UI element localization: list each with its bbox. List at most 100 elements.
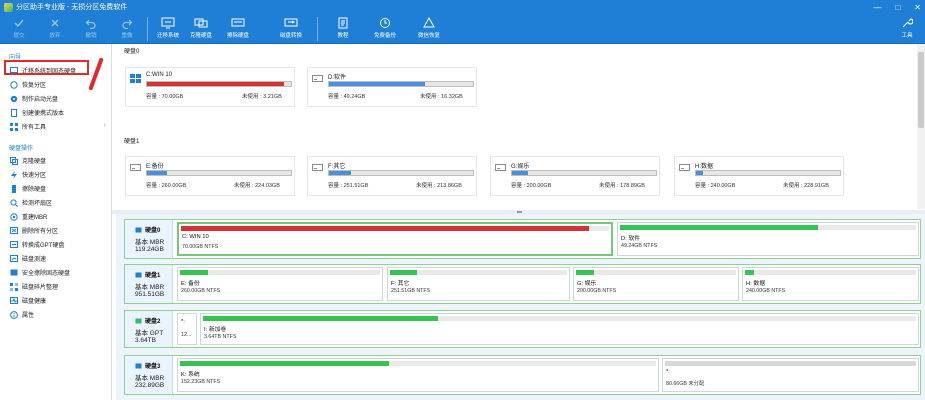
wipe-disk-icon (231, 18, 245, 27)
wechat-recovery-button[interactable]: 微信恢复 (411, 16, 447, 42)
sidebar-item-clone-disk[interactable]: 克隆硬盘 (0, 154, 112, 167)
scrollbar-thumb[interactable] (918, 52, 924, 128)
migrate-os-label: 迁移系统 (156, 33, 179, 39)
disk-row-1[interactable]: 硬盘1 基本 MBR 951.51GB E: 备份 260.00GB NTFS … (124, 264, 921, 304)
partition-info: 12... (181, 332, 192, 338)
partition-reserved[interactable]: *: 12... (177, 313, 197, 345)
usage-fill (329, 171, 351, 175)
minimize-button[interactable]: — (873, 3, 881, 12)
sidebar-item-defrag[interactable]: 磁盘碎片整理 (0, 280, 112, 293)
sidebar-item-bad-sector[interactable]: 检测坏扇区 (0, 196, 112, 209)
submit-button[interactable]: 提交 (1, 16, 37, 42)
usage-bar (146, 81, 292, 87)
redo-button[interactable]: 重做 (109, 16, 145, 42)
disk-size: 951.51GB (135, 291, 165, 298)
maximize-button[interactable]: □ (895, 3, 900, 12)
sidebar-item-speed-test[interactable]: 磁盘测速 (0, 252, 112, 265)
migrate-os-button[interactable]: 迁移系统 (150, 16, 186, 42)
disk-row-0[interactable]: 硬盘0 基本 MBR 119.24GB C: WIN 10 70.00GB NT… (124, 219, 921, 259)
convert-gpt-icon (10, 241, 18, 249)
volume-card-d[interactable]: D:软件 容量 : 49.24GB 未使用 : 16.32GB (307, 67, 477, 107)
speed-test-icon (10, 255, 18, 263)
disk-convert-button[interactable]: 磁盘转换 (273, 16, 309, 42)
discard-button[interactable]: 放弃 (37, 16, 73, 42)
vertical-scrollbar[interactable] (917, 44, 925, 209)
volume-card-h[interactable]: H:数据 容量 : 240.00GB 未使用 : 228.91GB (674, 156, 844, 196)
partition-k[interactable]: K: 系统 152.23GB NTFS (177, 358, 659, 392)
quick-partition-icon (10, 170, 18, 179)
splitter-grip[interactable] (517, 211, 522, 213)
tutorial-icon (338, 17, 348, 29)
partition-usage-fill (620, 225, 819, 230)
volume-card-f[interactable]: F:其它 容量 : 251.51GB 未使用 : 213.86GB (307, 156, 477, 196)
volume-card-g[interactable]: G:娱乐 容量 : 200.00GB 未使用 : 178.89GB (490, 156, 660, 196)
disk-row-3[interactable]: 硬盘3 基本 MBR 232.89GB K: 系统 152.23GB NTFS … (124, 355, 921, 395)
sidebar-item-delete-partitions[interactable]: 删除所有分区 (0, 224, 112, 237)
toolbar-separator (317, 17, 318, 41)
partition-info: 152.23GB NTFS (181, 379, 221, 385)
sidebar-item-label: 安全擦除固态硬盘 (22, 271, 71, 277)
partition-info: 240.00GB NTFS (746, 288, 786, 294)
sidebar-item-rebuild-mbr[interactable]: 重建MBR (0, 210, 112, 223)
discard-label: 放弃 (49, 33, 61, 39)
free-backup-button[interactable]: 免费备份 (367, 16, 403, 42)
sidebar-item-all-tools[interactable]: 所有工具 › (0, 120, 112, 133)
usage-fill (512, 171, 528, 175)
tools-icon (902, 18, 913, 28)
health-icon (10, 297, 18, 305)
sidebar-item-convert-gpt[interactable]: 转换成GPT硬盘 (0, 238, 112, 251)
usage-bar (328, 81, 474, 87)
partition-f[interactable]: F: 其它 251.51GB NTFS (387, 267, 570, 301)
app-window: 分区助手专业版 - 无损分区免费软件 — □ ✕ 提交 放弃 撤销 重做 迁移系… (0, 0, 925, 400)
wipe-disk-label: 擦除硬盘 (226, 33, 249, 39)
clone-disk-button[interactable]: 克隆硬盘 (183, 16, 219, 42)
sidebar-item-quick-partition[interactable]: 快速分区 (0, 168, 112, 181)
partition-g[interactable]: G: 娱乐 200.00GB NTFS (573, 267, 739, 301)
free-backup-label: 免费备份 (373, 33, 396, 39)
drive-icon (312, 164, 323, 171)
sidebar-item-label: 检测坏扇区 (22, 201, 53, 207)
tools-button[interactable]: 工具 (889, 16, 925, 42)
wipe-disk-button[interactable]: 擦除硬盘 (220, 16, 256, 42)
partition-usage-bar (665, 361, 916, 366)
undo-button[interactable]: 撤销 (73, 16, 109, 42)
sidebar-item-boot-disc[interactable]: 制作启动光盘 (0, 92, 112, 105)
sidebar-item-secure-erase-ssd[interactable]: 安全擦除固态硬盘 (0, 266, 112, 279)
partition-name: H: 数据 (746, 281, 766, 287)
partition-info: 3.64TB NTFS (204, 334, 237, 340)
partition-name: G: 娱乐 (577, 281, 597, 287)
close-button[interactable]: ✕ (914, 3, 921, 12)
sidebar-item-properties[interactable]: 属性 (0, 308, 112, 321)
rebuild-mbr-icon (10, 212, 18, 221)
sidebar-item-disk-health[interactable]: 磁盘健康 (0, 294, 112, 307)
partition-info: 70.00GB NTFS (182, 244, 219, 250)
partition-name: C: WIN 10 (182, 234, 209, 240)
disk-size: 3.64TB (135, 337, 156, 344)
disk-icon (135, 272, 142, 277)
partition-info: 200.00GB NTFS (577, 288, 617, 294)
disk-icon (135, 363, 142, 368)
unused-text: 未使用 : 224.03GB (234, 183, 280, 189)
bad-sector-icon (10, 198, 18, 207)
disk-name: 硬盘1 (135, 270, 160, 279)
partition-d[interactable]: D: 软件 49.24GB NTFS (617, 222, 919, 256)
partition-h[interactable]: H: 数据 240.00GB NTFS (742, 267, 919, 301)
disk-row-2[interactable]: 硬盘2 基本 GPT 3.64TB *: 12... I: 新加卷 3.64TB… (124, 310, 921, 348)
partition-unallocated[interactable]: *: 80.66GB 未分配 (662, 358, 919, 392)
partition-name: *: (181, 319, 185, 325)
sidebar-item-label: 快速分区 (22, 173, 47, 179)
volume-name: G:娱乐 (511, 164, 530, 170)
partition-usage-fill (180, 361, 390, 366)
volume-card-c[interactable]: C:WIN 10 容量 : 70.00GB 未使用 : 3.21GB (125, 67, 295, 107)
usage-bar (146, 170, 292, 176)
sidebar-item-portable[interactable]: 创建便携式版本 (0, 106, 112, 119)
tutorial-button[interactable]: 教程 (325, 16, 361, 42)
partition-c[interactable]: C: WIN 10 70.00GB NTFS (177, 222, 613, 256)
disk0-label: 硬盘0 (124, 49, 140, 55)
sidebar-item-wipe-disk[interactable]: 擦除硬盘 (0, 182, 112, 195)
partition-e[interactable]: E: 备份 260.00GB NTFS (177, 267, 383, 301)
partition-info: 49.24GB NTFS (621, 243, 658, 249)
disk-name: 硬盘3 (135, 361, 160, 370)
volume-card-e[interactable]: E:备份 容量 : 260.00GB 未使用 : 224.03GB (125, 156, 295, 196)
partition-i[interactable]: I: 新加卷 3.64TB NTFS (200, 313, 919, 345)
